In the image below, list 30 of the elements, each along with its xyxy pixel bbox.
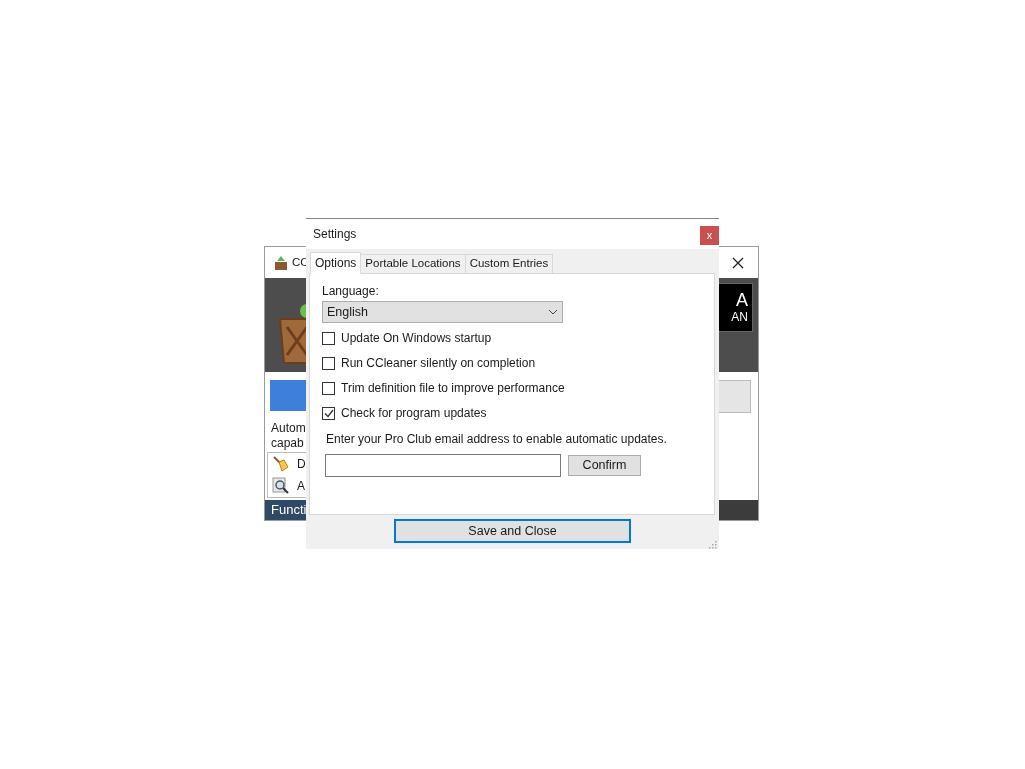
checkbox[interactable] (322, 331, 335, 345)
magnifier-icon (272, 477, 290, 495)
email-field[interactable] (325, 454, 561, 477)
language-dropdown[interactable]: English (322, 301, 563, 323)
resize-grip-icon[interactable] (709, 541, 717, 549)
list-item[interactable]: A (297, 477, 305, 495)
dialog-title: Settings (313, 226, 357, 243)
checkbox-label: Check for program updates (341, 405, 487, 422)
checkbox-label: Run CCleaner silently on completion (341, 355, 536, 372)
checkbox-label: Trim definition file to improve performance (341, 380, 565, 397)
broom-icon (272, 455, 290, 473)
email-prompt: Enter your Pro Club email address to enable automatic updates. (326, 432, 668, 446)
list-item[interactable]: D (297, 455, 306, 473)
checkbox[interactable] (322, 406, 335, 420)
app-logo-icon (273, 254, 289, 271)
checkbox[interactable] (322, 356, 335, 370)
close-button[interactable]: x (700, 225, 719, 245)
checkbox-label: Update On Windows startup (341, 330, 492, 347)
tab[interactable]: Options (310, 252, 362, 274)
confirm-button[interactable]: Confirm (568, 455, 641, 476)
badge-subtitle: AN (731, 310, 748, 324)
close-icon[interactable] (732, 256, 744, 269)
save-and-close-button[interactable]: Save and Close (394, 519, 631, 543)
checkbox[interactable] (322, 381, 335, 395)
language-label: Language: (322, 284, 380, 298)
description-text: Autom (271, 421, 306, 436)
chevron-down-icon (548, 309, 558, 315)
badge-title: A (736, 290, 748, 310)
description-text: capab (271, 436, 304, 451)
tab[interactable]: Custom Entries (464, 254, 554, 273)
